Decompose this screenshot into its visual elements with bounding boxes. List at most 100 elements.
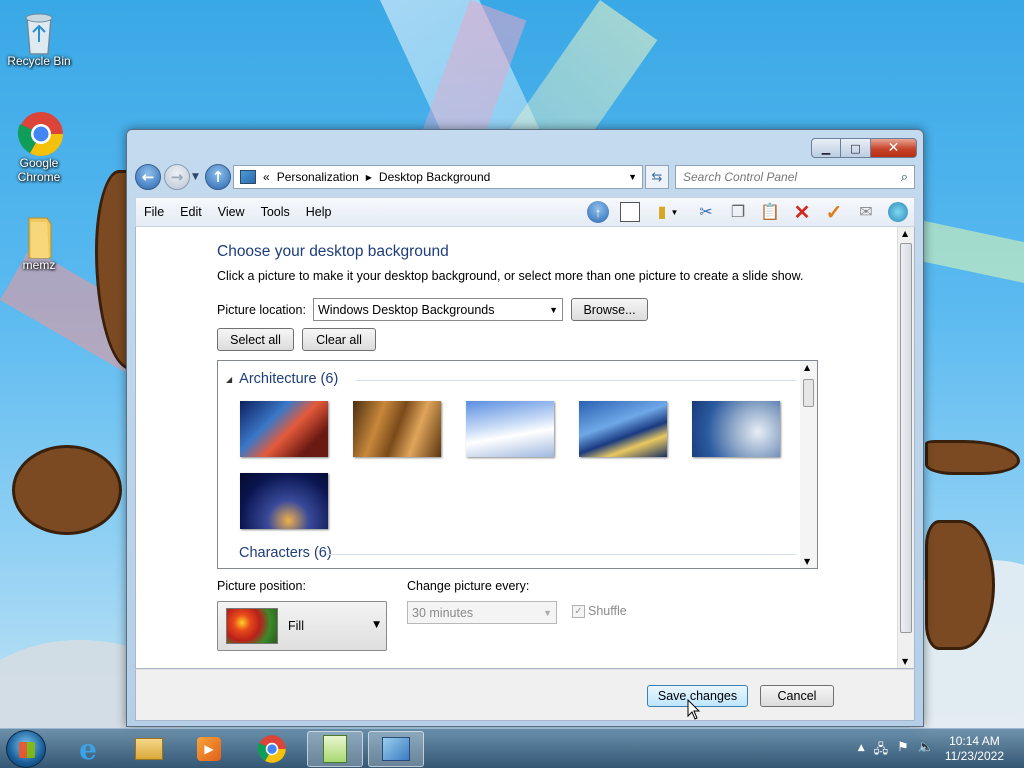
- breadcrumb-root[interactable]: «: [263, 170, 270, 184]
- email-button[interactable]: ✉: [854, 200, 878, 224]
- menu-help[interactable]: Help: [298, 205, 340, 219]
- taskbar-explorer[interactable]: [121, 731, 177, 767]
- content-scrollbar[interactable]: ▲ ▼: [897, 227, 914, 668]
- desktop-icon-google-chrome[interactable]: Google Chrome: [3, 110, 75, 184]
- cancel-button[interactable]: Cancel: [760, 685, 834, 707]
- taskbar-control-panel[interactable]: [368, 731, 424, 767]
- taskbar-notepad[interactable]: [307, 731, 363, 767]
- breadcrumb-desktop-background[interactable]: Desktop Background: [379, 170, 490, 184]
- windows-logo-icon: [19, 742, 35, 758]
- wallpaper-thumbnail[interactable]: [579, 401, 667, 457]
- desktop-icon-label: Recycle Bin: [7, 54, 71, 68]
- folders-button[interactable]: ▮ ▼: [650, 200, 686, 224]
- picture-position-label: Picture position:: [217, 579, 306, 593]
- address-dropdown[interactable]: ▼: [628, 172, 637, 182]
- properties-button[interactable]: ✓: [822, 200, 846, 224]
- scroll-up-icon: ▲: [902, 229, 909, 238]
- change-picture-select[interactable]: 30 minutes ▼: [407, 601, 557, 624]
- minimize-icon: ▁: [821, 141, 831, 155]
- caption-buttons: ▁ □ ✕: [811, 138, 917, 158]
- menu-tools[interactable]: Tools: [253, 205, 298, 219]
- web-button[interactable]: [886, 200, 910, 224]
- back-button[interactable]: ←: [135, 164, 161, 190]
- up-folder-button[interactable]: ↑: [586, 200, 610, 224]
- panes-button[interactable]: [618, 200, 642, 224]
- clear-all-button[interactable]: Clear all: [302, 328, 376, 351]
- refresh-button[interactable]: ⇆: [645, 165, 669, 189]
- desktop-icon-memz[interactable]: memz: [3, 212, 75, 272]
- search-input[interactable]: Search Control Panel ⌕: [675, 165, 915, 189]
- notepad-icon: [323, 735, 347, 763]
- collapse-triangle-icon: ◢: [226, 374, 233, 384]
- content-scroll-thumb[interactable]: [900, 243, 912, 633]
- picture-location-label: Picture location:: [217, 303, 306, 317]
- wallpaper-thumbnail[interactable]: [466, 401, 554, 457]
- action-center-flag-icon[interactable]: ⚑: [897, 740, 909, 762]
- picture-position-select[interactable]: Fill ▼: [217, 601, 387, 651]
- folder-icon: [17, 212, 61, 259]
- control-panel-icon: [382, 737, 410, 761]
- change-picture-value: 30 minutes: [412, 605, 474, 620]
- address-bar[interactable]: « Personalization ▶ Desktop Background ▼: [233, 165, 643, 189]
- start-button[interactable]: [6, 730, 46, 768]
- browse-button[interactable]: Browse...: [571, 298, 648, 321]
- wallpaper-gallery: ◢ Architecture (6) Characters (6) ▲ ▼: [217, 360, 818, 569]
- desktop-icon-recycle-bin[interactable]: Recycle Bin: [3, 8, 75, 68]
- taskbar-internet-explorer[interactable]: e: [60, 731, 116, 767]
- recent-pages-dropdown[interactable]: ▼: [192, 172, 199, 182]
- chevron-down-icon: ▼: [549, 304, 558, 315]
- breadcrumb-separator-icon: ▶: [365, 172, 372, 182]
- envelope-icon: ✉: [859, 204, 873, 221]
- copy-button[interactable]: ❐: [726, 200, 750, 224]
- menu-file[interactable]: File: [136, 205, 172, 219]
- gallery-scroll-thumb[interactable]: [803, 379, 814, 407]
- taskbar-clock[interactable]: 10:14 AM 11/23/2022: [945, 734, 1004, 764]
- menu-bar: File Edit View Tools Help ↑ ▮ ▼ ✂ ❐ 📋 ✕ ✓…: [135, 197, 915, 227]
- recycle-bin-icon: [17, 8, 61, 55]
- wallpaper-thumbnail[interactable]: [240, 401, 328, 457]
- wallpaper-thumbnail[interactable]: [692, 401, 780, 457]
- menu-edit[interactable]: Edit: [172, 205, 210, 219]
- maximize-icon: □: [850, 141, 861, 155]
- maximize-button[interactable]: □: [841, 138, 871, 158]
- dialog-footer: Save changes Cancel: [135, 669, 915, 721]
- show-hidden-icons-icon[interactable]: ▲: [858, 743, 865, 762]
- desktop-icon-label: Google Chrome: [17, 156, 61, 184]
- forward-button[interactable]: →: [164, 164, 190, 190]
- internet-explorer-icon: e: [79, 732, 97, 766]
- close-icon: ✕: [887, 140, 900, 156]
- picture-location-value: Windows Desktop Backgrounds: [318, 302, 495, 317]
- select-all-button[interactable]: Select all: [217, 328, 294, 351]
- volume-icon[interactable]: 🔈: [918, 740, 934, 762]
- minimize-button[interactable]: ▁: [811, 138, 841, 158]
- group-header-architecture[interactable]: ◢ Architecture (6): [226, 371, 796, 387]
- scroll-down-icon: ▼: [902, 657, 909, 666]
- back-arrow-icon: ←: [141, 168, 155, 186]
- change-picture-label: Change picture every:: [407, 579, 530, 593]
- wallpaper-thumbnail[interactable]: [240, 473, 328, 529]
- delete-button[interactable]: ✕: [790, 200, 814, 224]
- network-icon[interactable]: 🖧: [874, 740, 889, 762]
- close-button[interactable]: ✕: [871, 138, 917, 158]
- group-header-characters[interactable]: Characters (6): [226, 545, 796, 561]
- group-divider: [326, 554, 796, 555]
- up-button[interactable]: ↑: [205, 164, 231, 190]
- page-title: Choose your desktop background: [217, 243, 449, 260]
- wallpaper-thumbnail[interactable]: [353, 401, 441, 457]
- cut-button[interactable]: ✂: [694, 200, 718, 224]
- menu-view[interactable]: View: [210, 205, 253, 219]
- delete-x-icon: ✕: [793, 201, 811, 224]
- gallery-scrollbar[interactable]: ▲ ▼: [800, 361, 817, 568]
- paste-button[interactable]: 📋: [758, 200, 782, 224]
- scroll-up-icon: ▲: [804, 363, 811, 372]
- breadcrumb-personalization[interactable]: Personalization: [277, 170, 359, 184]
- system-tray: ▲ 🖧 ⚑ 🔈: [858, 740, 934, 762]
- taskbar-chrome[interactable]: [244, 731, 300, 767]
- picture-location-select[interactable]: Windows Desktop Backgrounds ▼: [313, 298, 563, 321]
- taskbar-media-player[interactable]: ▶: [181, 731, 237, 767]
- shuffle-label: Shuffle: [588, 604, 627, 618]
- search-icon: ⌕: [900, 169, 908, 184]
- shuffle-checkbox[interactable]: ✓ Shuffle: [572, 604, 627, 618]
- chrome-icon: [257, 735, 286, 763]
- refresh-icon: ⇆: [651, 169, 663, 185]
